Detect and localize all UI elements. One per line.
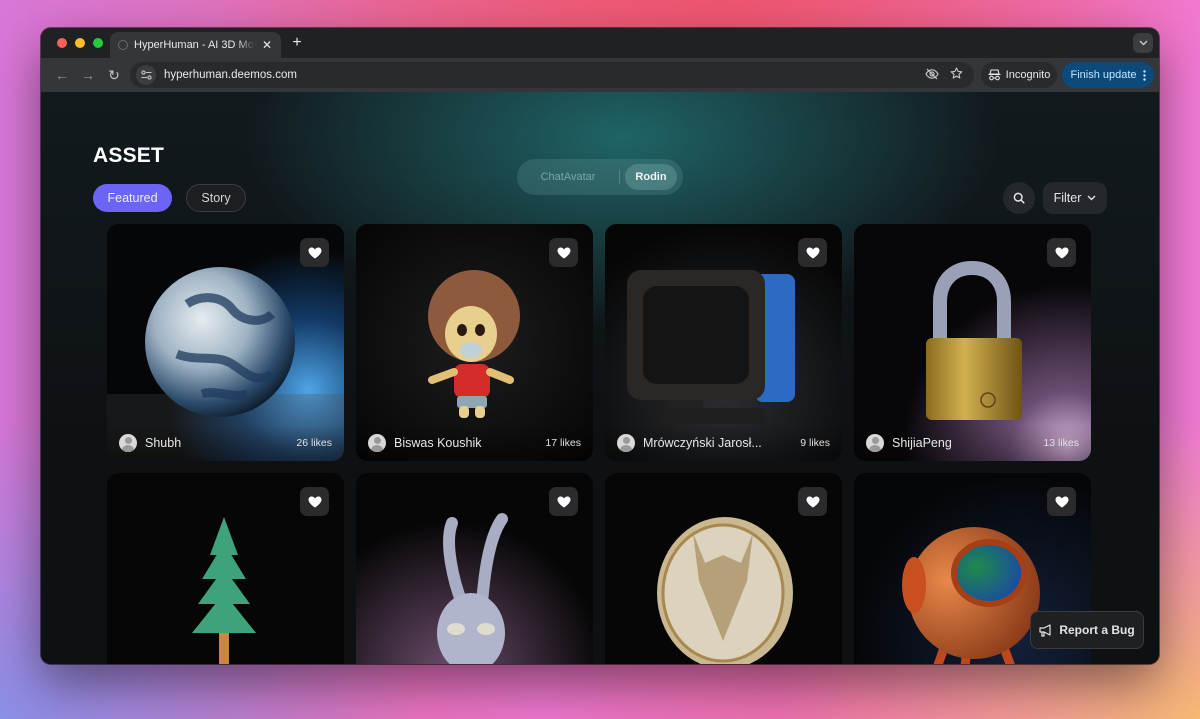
browser-toolbar: ← → ↻ hyperhuman.deemos.com Incognito Fi… bbox=[41, 58, 1159, 92]
heart-icon bbox=[1055, 247, 1068, 258]
report-bug-button[interactable]: Report a Bug bbox=[1030, 611, 1144, 649]
asset-grid: Shubh 26 likes Biswas Koushik 17 likes M… bbox=[107, 224, 1093, 664]
like-count: 17 likes bbox=[545, 437, 581, 449]
back-button[interactable]: ← bbox=[49, 67, 75, 83]
avatar[interactable] bbox=[617, 434, 635, 452]
like-button[interactable] bbox=[300, 487, 329, 516]
filter-dropdown[interactable]: Filter bbox=[1043, 182, 1107, 214]
chevron-down-icon bbox=[1139, 40, 1147, 46]
card-footer: Mrówczyński Jarosł... 9 likes bbox=[605, 425, 842, 461]
maximize-window-button[interactable] bbox=[93, 38, 103, 48]
page-title: ASSET bbox=[93, 144, 165, 167]
avatar[interactable] bbox=[119, 434, 137, 452]
filter-label: Filter bbox=[1053, 191, 1082, 205]
heart-icon bbox=[557, 247, 570, 258]
address-bar[interactable]: hyperhuman.deemos.com bbox=[130, 62, 974, 88]
heart-icon bbox=[308, 247, 321, 258]
browser-tab-active[interactable]: HyperHuman - AI 3D Model Generator ✕ bbox=[110, 32, 281, 58]
heart-icon bbox=[308, 496, 321, 507]
heart-icon bbox=[1055, 496, 1068, 507]
author-name[interactable]: Biswas Koushik bbox=[394, 436, 524, 450]
incognito-badge[interactable]: Incognito bbox=[981, 62, 1057, 88]
search-button[interactable] bbox=[1003, 182, 1035, 214]
author-name[interactable]: Shubh bbox=[145, 436, 275, 450]
filter-story-button[interactable]: Story bbox=[186, 184, 246, 212]
incognito-label: Incognito bbox=[1005, 69, 1051, 81]
browser-window: HyperHuman - AI 3D Model Generator ✕ + ←… bbox=[41, 28, 1159, 664]
mode-toggle: ChatAvatar Rodin bbox=[517, 159, 683, 195]
asset-card[interactable]: Biswas Koushik 17 likes bbox=[356, 224, 593, 461]
asset-card[interactable]: Shubh 26 likes bbox=[107, 224, 344, 461]
like-button[interactable] bbox=[1047, 238, 1076, 267]
new-tab-button[interactable]: + bbox=[289, 34, 305, 52]
filter-featured-button[interactable]: Featured bbox=[93, 184, 172, 212]
asset-gallery-page: ASSET Featured Story ChatAvatar Rodin Fi… bbox=[41, 92, 1159, 664]
like-count: 13 likes bbox=[1043, 437, 1079, 449]
author-name[interactable]: ShijiaPeng bbox=[892, 436, 1022, 450]
tab-title: HyperHuman - AI 3D Model Generator bbox=[134, 39, 255, 51]
report-bug-label: Report a Bug bbox=[1059, 623, 1135, 637]
more-vert-icon bbox=[1142, 69, 1146, 81]
heart-icon bbox=[806, 496, 819, 507]
url-text[interactable]: hyperhuman.deemos.com bbox=[164, 69, 920, 81]
mode-divider bbox=[619, 170, 620, 184]
card-footer: Shubh 26 likes bbox=[107, 425, 344, 461]
like-count: 26 likes bbox=[296, 437, 332, 449]
author-name[interactable]: Mrówczyński Jarosł... bbox=[643, 436, 773, 450]
asset-card[interactable] bbox=[605, 473, 842, 664]
mode-chatavatar-tab[interactable]: ChatAvatar bbox=[522, 164, 614, 190]
like-button[interactable] bbox=[300, 238, 329, 267]
like-button[interactable] bbox=[549, 238, 578, 267]
asset-card[interactable]: Mrówczyński Jarosł... 9 likes bbox=[605, 224, 842, 461]
card-footer: ShijiaPeng 13 likes bbox=[854, 425, 1091, 461]
tab-search-button[interactable] bbox=[1133, 33, 1153, 53]
like-button[interactable] bbox=[1047, 487, 1076, 516]
avatar[interactable] bbox=[866, 434, 884, 452]
card-footer: Biswas Koushik 17 likes bbox=[356, 425, 593, 461]
bookmark-button[interactable] bbox=[944, 67, 968, 83]
like-button[interactable] bbox=[549, 487, 578, 516]
close-window-button[interactable] bbox=[57, 38, 67, 48]
star-icon bbox=[950, 67, 962, 79]
eye-off-icon bbox=[925, 68, 939, 79]
like-button[interactable] bbox=[798, 238, 827, 267]
tune-icon bbox=[140, 70, 152, 80]
megaphone-icon bbox=[1039, 623, 1051, 637]
heart-icon bbox=[557, 496, 570, 507]
avatar[interactable] bbox=[368, 434, 386, 452]
reload-button[interactable]: ↻ bbox=[101, 67, 127, 84]
favicon-icon bbox=[118, 40, 128, 50]
asset-card[interactable] bbox=[356, 473, 593, 664]
forward-button[interactable]: → bbox=[75, 67, 101, 83]
finish-update-label: Finish update bbox=[1070, 69, 1137, 81]
minimize-window-button[interactable] bbox=[75, 38, 85, 48]
like-button[interactable] bbox=[798, 487, 827, 516]
tab-close-icon[interactable]: ✕ bbox=[261, 38, 273, 52]
asset-card[interactable]: ShijiaPeng 13 likes bbox=[854, 224, 1091, 461]
tab-strip: HyperHuman - AI 3D Model Generator ✕ + bbox=[41, 28, 1159, 58]
mode-rodin-tab[interactable]: Rodin bbox=[625, 164, 677, 190]
heart-icon bbox=[806, 247, 819, 258]
chevron-down-icon bbox=[1087, 195, 1096, 201]
search-icon bbox=[1013, 192, 1025, 204]
like-count: 9 likes bbox=[800, 437, 830, 449]
asset-card[interactable] bbox=[107, 473, 344, 664]
tracking-protection-button[interactable] bbox=[920, 68, 944, 83]
incognito-icon bbox=[988, 69, 1001, 81]
window-controls bbox=[57, 38, 103, 48]
finish-update-button[interactable]: Finish update bbox=[1062, 62, 1154, 88]
site-info-button[interactable] bbox=[136, 65, 156, 85]
